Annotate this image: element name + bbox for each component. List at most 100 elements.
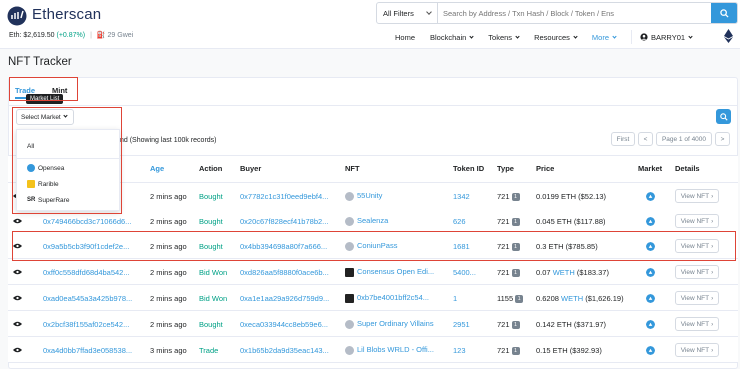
token-type: 721 1 (497, 268, 520, 277)
nft-link[interactable]: Sealenza (357, 216, 388, 225)
buyer-link[interactable]: 0xd826aa5f8880f0ace6b... (240, 268, 332, 277)
nft-cell: Consensus Open Edi... (345, 267, 445, 277)
buyer-link[interactable]: 0x1b65b2da9d35eac143... (240, 346, 332, 355)
dropdown-highlight (12, 107, 122, 214)
chevron-down-icon (688, 33, 693, 39)
pager-prev[interactable]: < (638, 132, 653, 146)
brand-name[interactable]: Etherscan (32, 6, 101, 23)
price: 0.07 WETH ($183.37) (536, 268, 609, 277)
view-nft-button[interactable]: View NFT › (675, 291, 719, 305)
buyer-link[interactable]: 0xeca033944cc8eb59e6... (240, 320, 332, 329)
search-icon (719, 112, 728, 121)
buyer-link[interactable]: 0xa1e1aa29a926d759d9... (240, 294, 332, 303)
pager-next[interactable]: > (715, 132, 730, 146)
eth-price-change: (+0.87%) (56, 32, 86, 39)
eye-icon[interactable] (13, 218, 22, 224)
price: 0.15 ETH ($392.93) (536, 346, 602, 355)
view-nft-button[interactable]: View NFT › (675, 189, 719, 203)
search-filter-select[interactable]: All Filters (377, 3, 438, 23)
header-nft: NFT (345, 164, 360, 173)
chevron-down-icon (612, 33, 617, 39)
chevron-down-icon (573, 33, 578, 39)
view-nft-button[interactable]: View NFT › (675, 214, 719, 228)
buyer-link[interactable]: 0x7782c1c31f0eed9ebf4... (240, 192, 332, 201)
opensea-icon[interactable] (646, 346, 655, 355)
opensea-icon[interactable] (646, 192, 655, 201)
weth-link[interactable]: WETH (553, 268, 575, 277)
header-type: Type (497, 164, 514, 173)
pager-first[interactable]: First (611, 132, 635, 146)
age: 2 mins ago (150, 320, 187, 329)
nft-link[interactable]: 55Unity (357, 191, 382, 200)
nav-user-menu[interactable]: BARRY01 (640, 33, 693, 42)
nav-more[interactable]: More (592, 33, 617, 42)
action: Bought (199, 192, 223, 201)
quantity-badge: 1 (515, 294, 524, 303)
action: Bid Won (199, 294, 228, 303)
nft-link[interactable]: Super Ordinary Villains (357, 319, 434, 328)
view-nft-button[interactable]: View NFT › (675, 265, 719, 279)
opensea-icon[interactable] (646, 320, 655, 329)
nft-collection-icon (345, 216, 354, 226)
search-icon (719, 8, 729, 18)
nft-link[interactable]: Lil Blobs WRLD - Offi... (357, 345, 434, 354)
nft-link[interactable]: Consensus Open Edi... (357, 267, 434, 276)
nav-divider (631, 30, 633, 44)
nft-collection-icon (345, 267, 354, 277)
nav-tokens[interactable]: Tokens (488, 33, 520, 42)
txn-hash-link[interactable]: 0xa4d0bb7ffad3e058538... (43, 346, 135, 355)
ethereum-network-icon[interactable] (724, 29, 733, 43)
nav-resources[interactable]: Resources (534, 33, 578, 42)
buyer-link[interactable]: 0x20c67f828ecf41b78b2... (240, 217, 332, 226)
weth-link[interactable]: WETH (561, 294, 583, 303)
etherscan-logo-icon[interactable] (7, 6, 27, 26)
opensea-icon[interactable] (646, 294, 655, 303)
token-id-link[interactable]: 626 (453, 217, 466, 226)
quantity-badge: 1 (511, 192, 520, 201)
token-type: 721 1 (497, 217, 520, 226)
nft-collection-icon (345, 345, 354, 355)
opensea-icon[interactable] (646, 217, 655, 226)
token-id-link[interactable]: 5400... (453, 268, 476, 277)
search-input[interactable] (438, 3, 711, 23)
txn-hash-link[interactable]: 0xad0ea545a3a425b978... (43, 294, 135, 303)
price: 0.0199 ETH ($52.13) (536, 192, 607, 201)
chevron-right-icon: › (711, 217, 714, 225)
table-search-button[interactable] (716, 109, 731, 124)
token-id-link[interactable]: 1342 (453, 192, 470, 201)
txn-hash-link[interactable]: 0xff0c558dfd68d4ba542... (43, 268, 135, 277)
eye-icon[interactable] (13, 321, 22, 327)
nft-cell: Sealenza (345, 216, 445, 226)
token-type: 721 1 (497, 346, 520, 355)
eye-icon[interactable] (13, 347, 22, 353)
token-id-link[interactable]: 2951 (453, 320, 470, 329)
txn-hash-link[interactable]: 0x749466bcd3c71066d6... (43, 217, 135, 226)
search-button[interactable] (711, 3, 737, 23)
eth-price: Eth: $2,619.50 (+0.87%) | ⛽ 29 Gwei (9, 32, 134, 39)
eye-icon[interactable] (13, 295, 22, 301)
nft-cell: 0xb7be4001bff2c54... (345, 293, 445, 303)
nft-link[interactable]: 0xb7be4001bff2c54... (357, 293, 429, 302)
view-nft-button[interactable]: View NFT › (675, 343, 719, 357)
token-id-link[interactable]: 1 (453, 294, 457, 303)
records-count: nd (Showing last 100k records) (120, 137, 217, 144)
chevron-down-icon (515, 33, 520, 39)
nav-blockchain[interactable]: Blockchain (430, 33, 474, 42)
action: Bid Won (199, 268, 228, 277)
nft-collection-icon (345, 319, 354, 329)
nav-home[interactable]: Home (395, 33, 415, 42)
txn-hash-link[interactable]: 0x2bcf38f155af02ce542... (43, 320, 135, 329)
view-nft-button[interactable]: View NFT › (675, 317, 719, 331)
eth-price-label: Eth: $2,619.50 (9, 32, 55, 39)
token-id-link[interactable]: 123 (453, 346, 466, 355)
quantity-badge: 1 (511, 217, 520, 226)
header-age[interactable]: Age (150, 164, 164, 173)
action: Bought (199, 217, 223, 226)
header-token-id: Token ID (453, 164, 485, 173)
header-details: Details (675, 164, 700, 173)
eye-icon[interactable] (13, 269, 22, 275)
opensea-icon[interactable] (646, 268, 655, 277)
header-price: Price (536, 164, 555, 173)
action: Trade (199, 346, 219, 355)
search-bar: All Filters (376, 2, 738, 24)
